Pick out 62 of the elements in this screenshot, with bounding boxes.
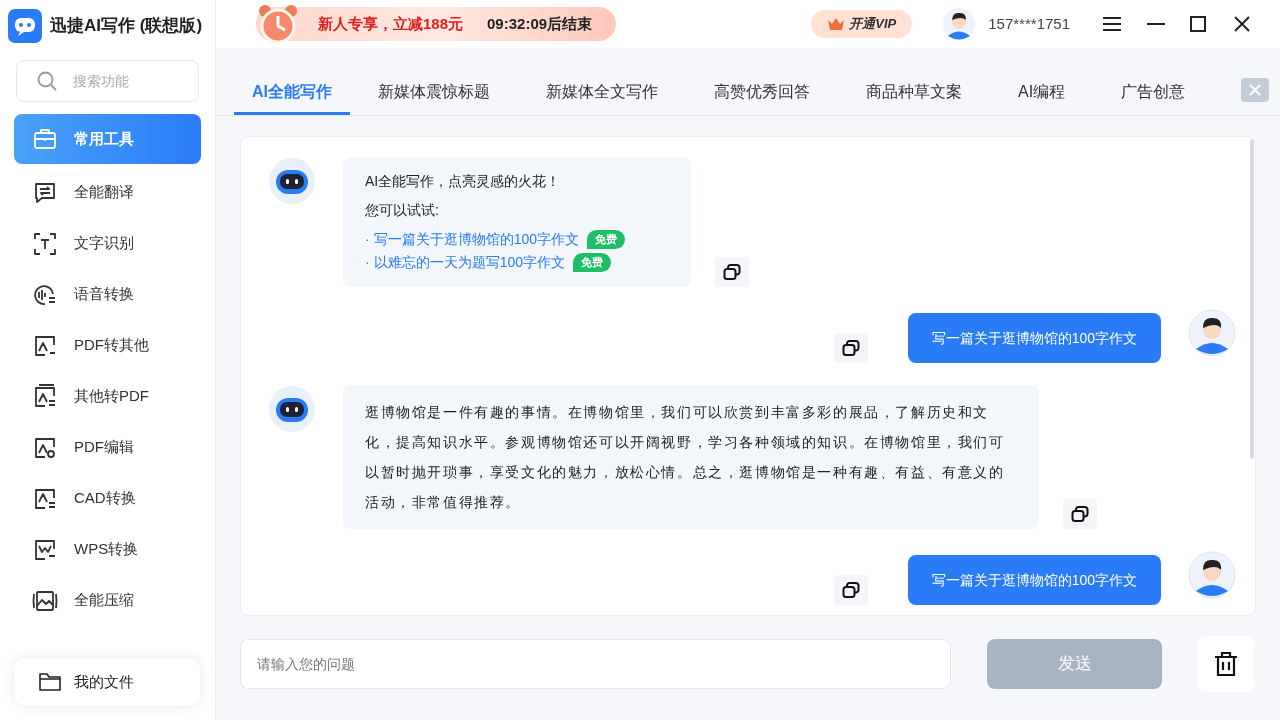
sidebar-item[interactable]: PDF编辑 — [14, 425, 201, 470]
tab[interactable]: 广告创意 — [1093, 71, 1214, 115]
tab[interactable]: AI全能写作 — [234, 71, 350, 115]
copy-icon — [1071, 506, 1089, 522]
tab[interactable]: 新媒体全文写作 — [518, 71, 686, 115]
message-bubble: 逛博物馆是一件有趣的事情。在博物馆里，我们可以欣赏到丰富多彩的展品，了解历史和文化，提高知识水平。参观博物馆还可以开阔视野，学习各种领域的知识。在博物馆里，我们可以暂时抛开琐事，享受文化的魅力，放松心情。总之，逛博物馆是一种有趣、有益、有意义的活动，非常值得推荐。 — [343, 385, 1039, 529]
copy-icon — [723, 264, 741, 280]
copy-button[interactable] — [833, 575, 868, 605]
user-avatar — [1185, 551, 1239, 599]
intro-prompt: 您可以试试: — [365, 201, 440, 220]
alarm-clock-icon — [256, 3, 300, 45]
user-avatar — [1185, 309, 1239, 357]
folder-icon — [38, 671, 62, 693]
message-bubble: 写一篇关于逛博物馆的100字作文 — [907, 313, 1161, 363]
maximize-icon[interactable] — [1190, 16, 1206, 32]
close-icon — [1249, 84, 1261, 96]
vip-button[interactable]: 开通VIP — [811, 10, 913, 38]
tab[interactable]: 高赞优秀回答 — [686, 71, 838, 115]
app-title: 迅捷AI写作 (联想版) — [50, 15, 203, 38]
clear-button[interactable] — [1198, 636, 1254, 692]
countdown-text: 09:32:09后结束 — [487, 13, 593, 34]
robot-logo-icon — [8, 9, 42, 43]
my-files-button[interactable]: 我的文件 — [14, 658, 200, 706]
bullet: · — [365, 253, 370, 272]
menu-icon[interactable] — [1102, 16, 1122, 32]
crown-icon — [827, 17, 846, 31]
question-field[interactable]: 请输入您的问题 — [240, 639, 951, 689]
tab[interactable]: 新媒体震惊标题 — [350, 71, 518, 115]
user-avatar[interactable] — [942, 7, 977, 41]
free-badge: 免费 — [587, 230, 626, 249]
text-scan-icon — [32, 230, 58, 257]
sidebar-item[interactable]: 全能翻译 — [14, 170, 201, 215]
copy-icon — [841, 582, 860, 598]
image-file-icon — [32, 383, 58, 410]
user-phone: 157****1751 — [988, 13, 1070, 34]
minimize-icon[interactable] — [1146, 22, 1166, 26]
intro-title: AI全能写作，点亮灵感的火花！ — [365, 172, 562, 191]
sidebar-item[interactable]: PDF转其他 — [14, 323, 201, 368]
copy-icon — [841, 340, 860, 356]
sidebar-item[interactable]: 文字识别 — [14, 221, 201, 266]
copy-button[interactable] — [833, 333, 868, 363]
suggestion-link[interactable]: 以难忘的一天为题写100字作文 — [373, 252, 566, 273]
sidebar-item[interactable]: WPS转换 — [14, 527, 201, 572]
search-icon — [36, 70, 58, 92]
promo-text: 新人专享，立减188元 — [318, 13, 464, 34]
sidebar-item[interactable]: 其他转PDF — [14, 374, 201, 419]
sidebar-item[interactable]: CAD转换 — [14, 476, 201, 521]
free-badge: 免费 — [573, 253, 612, 272]
tab[interactable]: 商品种草文案 — [838, 71, 990, 115]
suggestion-link[interactable]: 写一篇关于逛博物馆的100字作文 — [373, 229, 580, 250]
sidebar-item[interactable]: 语音转换 — [14, 272, 201, 317]
copy-button[interactable] — [1063, 499, 1097, 529]
briefcase-icon — [32, 126, 58, 152]
trash-icon — [1213, 651, 1239, 677]
sidebar-item[interactable]: 全能压缩 — [14, 578, 201, 623]
bullet: · — [365, 230, 370, 249]
close-icon[interactable] — [1234, 16, 1250, 32]
tab[interactable]: AI编程 — [990, 71, 1094, 115]
search-field[interactable]: 搜索功能 — [16, 60, 199, 102]
message-bubble: 写一篇关于逛博物馆的100字作文 — [907, 555, 1161, 605]
copy-button[interactable] — [715, 257, 749, 287]
promo-banner[interactable]: 新人专享，立减188元 09:32:09后结束 — [256, 7, 617, 41]
